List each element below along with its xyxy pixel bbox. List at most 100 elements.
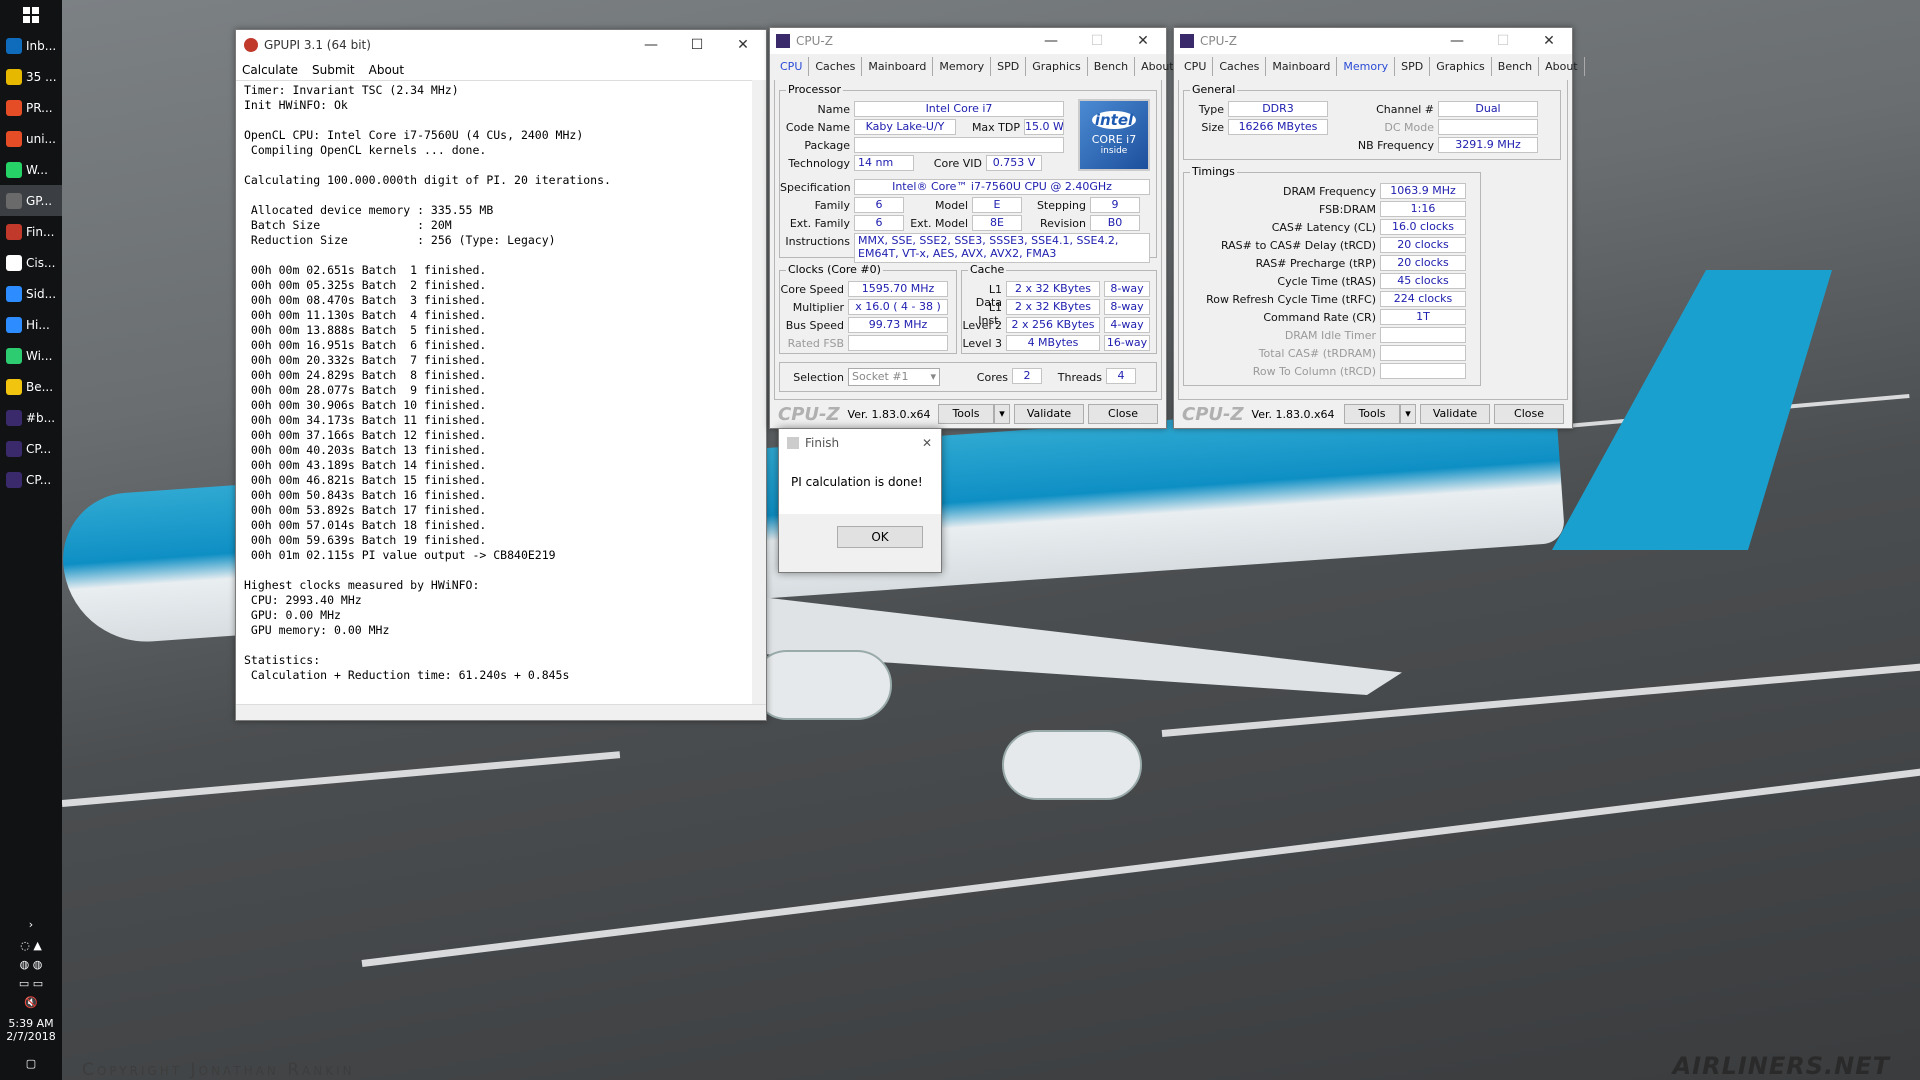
tools-dropdown-icon[interactable]: ▾ [994,404,1010,424]
minimize-icon[interactable]: — [628,37,674,53]
taskbar-item-label: Inb... [26,38,57,53]
close-icon[interactable]: ✕ [1120,33,1166,49]
chevron-right-icon[interactable]: › [0,918,62,931]
socket-select[interactable]: Socket #1 ▾ [848,368,940,386]
tab-caches[interactable]: Caches [1213,57,1267,76]
dialog-titlebar[interactable]: Finish ✕ [779,429,941,457]
taskbar-item[interactable]: Hi... [0,309,62,340]
dram-value: 1063.9 MHz [1380,183,1466,199]
log-output[interactable]: Timer: Invariant TSC (2.34 MHz) Init HWi… [236,80,766,704]
menu-calculate[interactable]: Calculate [242,63,298,77]
taskbar-item[interactable]: PR... [0,92,62,123]
tab-memory[interactable]: Memory [933,57,992,76]
menu-bar: Calculate Submit About [236,60,766,80]
maximize-icon[interactable]: ☐ [674,37,720,53]
cpuz-brand: CPU-Z [1182,403,1244,425]
tab-cpu[interactable]: CPU [774,57,810,76]
fsb-label: FSB:DRAM [1318,203,1376,216]
app-icon [6,285,22,302]
taskbar-item[interactable]: Be... [0,371,62,402]
app-icon [6,440,22,457]
taskbar-item-label: Fin... [26,224,55,239]
taskbar-item[interactable]: uni... [0,123,62,154]
processor-group: Processor Name Intel Core i7 Code Name K… [779,83,1157,263]
version-text: Ver. 1.83.0.x64 [847,407,931,421]
tab-graphics[interactable]: Graphics [1430,57,1492,76]
notification-icon[interactable]: ◌ ▲ [0,939,62,952]
taskbar-item[interactable]: Fin... [0,216,62,247]
tab-graphics[interactable]: Graphics [1026,57,1088,76]
minimize-icon[interactable]: — [1028,33,1074,49]
taskbar-item[interactable]: Sid... [0,278,62,309]
menu-submit[interactable]: Submit [312,63,355,77]
cpuz-titlebar[interactable]: CPU-Z — ☐ ✕ [770,28,1166,54]
package-label: Package [804,139,850,152]
validate-button[interactable]: Validate [1420,404,1490,424]
tab-mainboard[interactable]: Mainboard [1266,57,1338,76]
taskbar-item[interactable]: Inb... [0,30,62,61]
taskbar-item[interactable]: CP... [0,464,62,495]
taskbar-item[interactable]: #b... [0,402,62,433]
tab-mainboard[interactable]: Mainboard [862,57,934,76]
tab-about[interactable]: About [1539,57,1585,76]
start-button[interactable] [0,0,62,30]
close-button[interactable]: Close [1088,404,1158,424]
validate-button[interactable]: Validate [1014,404,1084,424]
tools-dropdown-icon[interactable]: ▾ [1400,404,1416,424]
close-icon[interactable]: ✕ [720,37,766,53]
corespeed-label: Core Speed [780,283,844,296]
runway-marking [62,751,621,807]
taskbar-item-label: Cis... [26,255,56,270]
taskbar-item[interactable]: Cis... [0,247,62,278]
tab-bar: CPU Caches Mainboard Memory SPD Graphics Bench… [1174,54,1585,76]
clock-date: 2/7/2018 [6,1030,56,1043]
gpupi-titlebar[interactable]: GPUPI 3.1 (64 bit) — ☐ ✕ [236,30,766,60]
taskbar-item-label: PR... [26,100,53,115]
taskbar-item[interactable]: 35 ... [0,61,62,92]
stepping-value: 9 [1090,197,1140,213]
maximize-icon: ☐ [1496,33,1510,49]
close-icon[interactable]: ✕ [1526,33,1572,49]
device-icon[interactable]: ▭ ▭ [0,977,62,990]
tab-bench[interactable]: Bench [1088,57,1136,76]
minimize-icon[interactable]: — [1434,33,1480,49]
close-icon[interactable]: ✕ [913,436,941,450]
ok-button[interactable]: OK [837,526,923,548]
tab-caches[interactable]: Caches [809,57,863,76]
version-text: Ver. 1.83.0.x64 [1251,407,1335,421]
vertical-scrollbar[interactable] [752,80,766,704]
nbfreq-value: 3291.9 MHz [1438,137,1538,153]
tab-spd[interactable]: SPD [1395,57,1431,76]
finish-dialog: Finish ✕ PI calculation is done! OK [778,428,942,573]
tab-spd[interactable]: SPD [991,57,1027,76]
tab-bench[interactable]: Bench [1492,57,1540,76]
codename-value: Kaby Lake-U/Y [854,119,956,135]
socket-select-value: Socket #1 [852,370,909,383]
threads-value: 4 [1106,368,1136,384]
taskbar-item[interactable]: GP... [0,185,62,216]
l2-way: 4-way [1104,317,1150,333]
window-title: CPU-Z [1200,34,1237,48]
taskbar: Inb... 35 ... PR... uni... W... GP... Fin... Ci… [0,0,62,1080]
taskbar-item[interactable]: W... [0,154,62,185]
network-icon[interactable]: ◍ ◍ [0,958,62,971]
close-button[interactable]: Close [1494,404,1564,424]
taskbar-item[interactable]: Wi... [0,340,62,371]
watermark-text: AIRLINERS.NET [1672,1052,1890,1080]
horizontal-scrollbar[interactable] [236,704,766,720]
taskbar-item[interactable]: CP... [0,433,62,464]
family-value: 6 [854,197,904,213]
tab-memory[interactable]: Memory [1337,57,1396,76]
l2-value: 2 x 256 KBytes [1006,317,1100,333]
tools-button[interactable]: Tools [938,404,994,424]
clock[interactable]: 5:39 AM 2/7/2018 [0,1017,62,1043]
cpuz-titlebar[interactable]: CPU-Z — ☐ ✕ [1174,28,1572,54]
app-icon [6,316,22,333]
gpupi-window: GPUPI 3.1 (64 bit) — ☐ ✕ Calculate Submi… [235,29,767,721]
action-center-icon[interactable]: ▢ [0,1057,62,1070]
volume-muted-icon[interactable]: 🔇 [0,996,62,1009]
tools-button[interactable]: Tools [1344,404,1400,424]
airplane-tail [1552,270,1832,550]
menu-about[interactable]: About [369,63,404,77]
tab-cpu[interactable]: CPU [1178,57,1214,76]
